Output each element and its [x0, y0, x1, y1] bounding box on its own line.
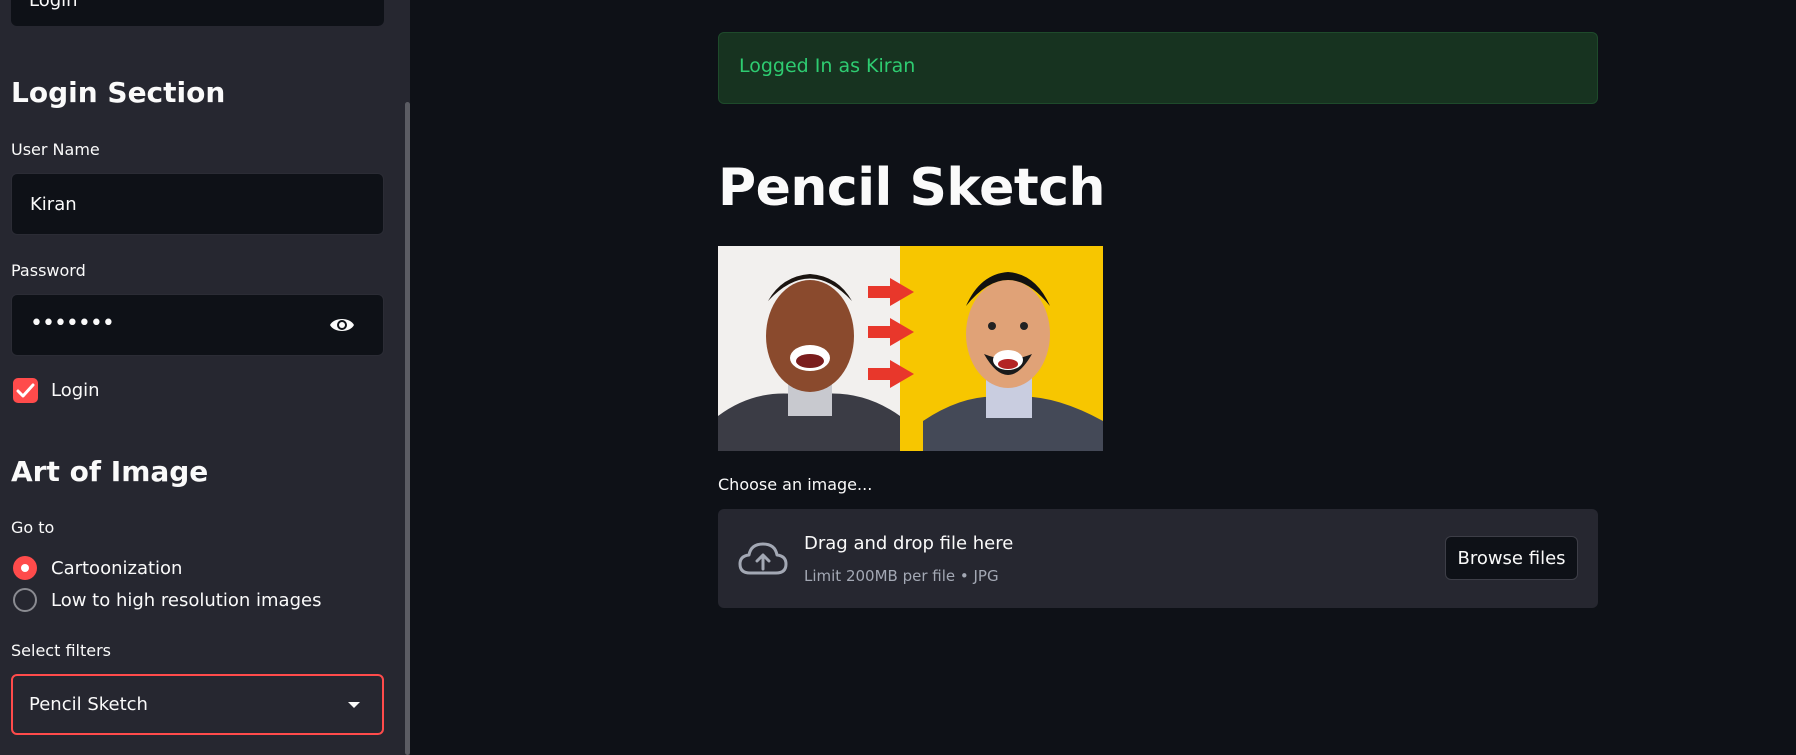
login-section-heading: Login Section — [11, 76, 226, 109]
dropzone-subtitle: Limit 200MB per file • JPG — [804, 567, 999, 585]
username-label: User Name — [11, 140, 100, 159]
radio-selected[interactable] — [13, 556, 37, 580]
file-uploader-label: Choose an image... — [718, 475, 873, 494]
password-label: Password — [11, 261, 86, 280]
password-input[interactable]: ••••••• — [11, 294, 384, 356]
filters-select[interactable]: Pencil Sketch — [11, 674, 384, 735]
login-button[interactable]: Login — [11, 0, 384, 26]
goto-label: Go to — [11, 518, 55, 537]
filters-select-value: Pencil Sketch — [29, 694, 148, 715]
radio-unselected[interactable] — [13, 588, 37, 612]
cloud-upload-icon — [738, 542, 788, 575]
filters-label: Select filters — [11, 641, 111, 660]
success-alert: Logged In as Kiran — [718, 32, 1598, 104]
browse-files-button[interactable]: Browse files — [1445, 536, 1578, 580]
login-checkbox-label: Login — [51, 380, 100, 401]
check-icon — [16, 383, 35, 398]
file-dropzone[interactable]: Drag and drop file here Limit 200MB per … — [718, 509, 1598, 608]
eye-icon[interactable] — [329, 315, 355, 335]
chevron-down-icon — [348, 702, 360, 708]
username-input[interactable]: Kiran — [11, 173, 384, 235]
radio-label: Low to high resolution images — [51, 590, 322, 611]
checkbox-box[interactable] — [13, 378, 38, 403]
password-value: ••••••• — [30, 311, 115, 336]
main-content: Logged In as Kiran Pencil Sketch Choose … — [410, 0, 1796, 755]
example-image — [718, 246, 1103, 451]
login-button-label: Login — [29, 0, 78, 11]
username-value: Kiran — [30, 194, 77, 215]
radio-label: Cartoonization — [51, 558, 183, 579]
alert-text: Logged In as Kiran — [739, 55, 916, 77]
before-after-illustration — [718, 246, 1103, 451]
dropzone-title: Drag and drop file here — [804, 533, 1014, 554]
art-section-heading: Art of Image — [11, 455, 209, 488]
sidebar: Login Login Section User Name Kiran Pass… — [0, 0, 410, 755]
page-title: Pencil Sketch — [718, 158, 1106, 218]
